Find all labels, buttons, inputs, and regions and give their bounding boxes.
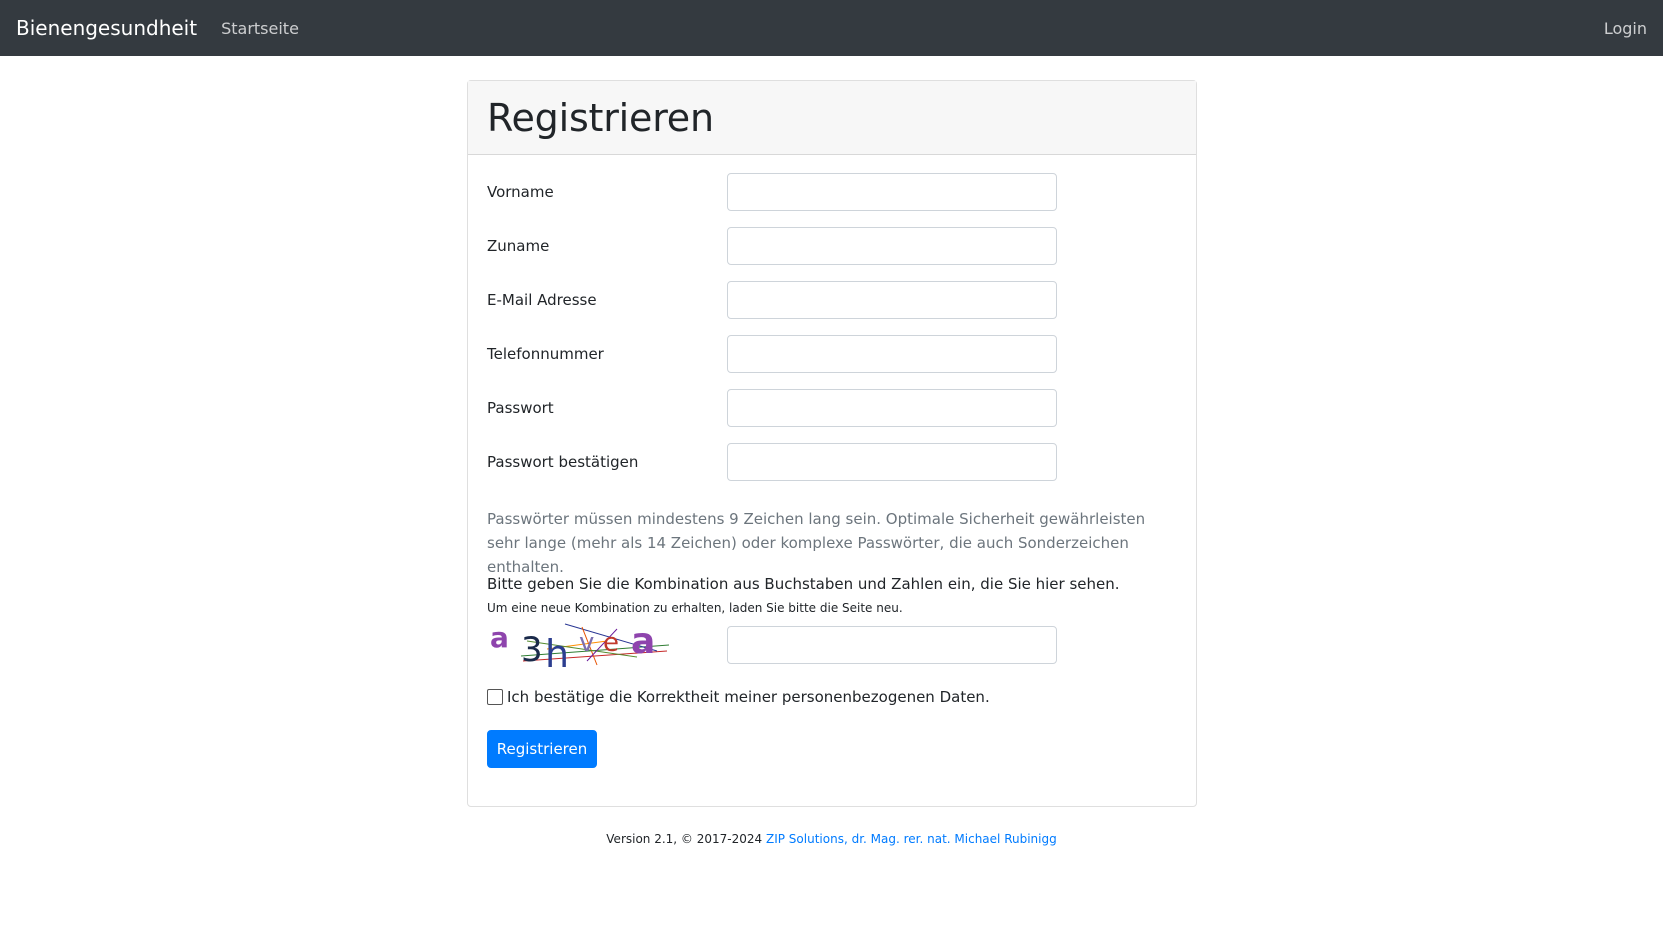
consent-checkbox[interactable] [487, 689, 503, 705]
captcha-input[interactable] [727, 626, 1057, 664]
form-row-telefon: Telefonnummer [487, 335, 1177, 373]
nav-link-startseite[interactable]: Startseite [221, 19, 299, 38]
passwort-label: Passwort [487, 399, 554, 417]
passwort-confirm-input[interactable] [727, 443, 1057, 481]
page-footer: Version 2.1, © 2017-2024 ZIP Solutions, … [0, 832, 1663, 846]
registration-card: Registrieren Vorname Zuname E-Mail Adres… [467, 80, 1197, 807]
passwort-input[interactable] [727, 389, 1057, 427]
vorname-label: Vorname [487, 183, 554, 201]
form-row-vorname: Vorname [487, 173, 1177, 211]
brand-link[interactable]: Bienengesundheit [16, 16, 197, 40]
consent-row: Ich bestätige die Korrektheit meiner per… [487, 688, 990, 706]
footer-version-text: Version 2.1, © 2017-2024 [606, 832, 763, 846]
captcha-char-4: v [579, 628, 594, 658]
captcha-image: a 3 h v e a [490, 621, 669, 667]
captcha-char-1: a [490, 621, 509, 654]
telefon-label: Telefonnummer [487, 345, 604, 363]
password-help-text: Passwörter müssen mindestens 9 Zeichen l… [487, 510, 1146, 576]
vorname-input[interactable] [727, 173, 1057, 211]
footer-company-link[interactable]: ZIP Solutions, dr. Mag. rer. nat. Michae… [766, 832, 1057, 846]
email-label: E-Mail Adresse [487, 291, 597, 309]
zuname-input[interactable] [727, 227, 1057, 265]
form-row-zuname: Zuname [487, 227, 1177, 265]
captcha-char-3: h [545, 632, 569, 667]
card-header: Registrieren [468, 81, 1196, 155]
top-navbar: Bienengesundheit Startseite Login [0, 0, 1663, 56]
captcha-char-6: a [631, 621, 655, 662]
captcha-subtext: Um eine neue Kombination zu erhalten, la… [487, 601, 903, 615]
captcha-heading: Bitte geben Sie die Kombination aus Buch… [487, 575, 1120, 593]
form-row-email: E-Mail Adresse [487, 281, 1177, 319]
consent-label: Ich bestätige die Korrektheit meiner per… [507, 688, 990, 706]
nav-link-login[interactable]: Login [1604, 19, 1647, 38]
form-row-passwort: Passwort [487, 389, 1177, 427]
captcha-char-2: 3 [521, 630, 543, 667]
email-input[interactable] [727, 281, 1057, 319]
zuname-label: Zuname [487, 237, 550, 255]
register-button[interactable]: Registrieren [487, 730, 597, 768]
page-title: Registrieren [487, 95, 714, 140]
captcha-char-5: e [603, 628, 619, 658]
telefon-input[interactable] [727, 335, 1057, 373]
form-row-passwort-confirm: Passwort bestätigen [487, 443, 1177, 481]
passwort-confirm-label: Passwort bestätigen [487, 453, 639, 471]
